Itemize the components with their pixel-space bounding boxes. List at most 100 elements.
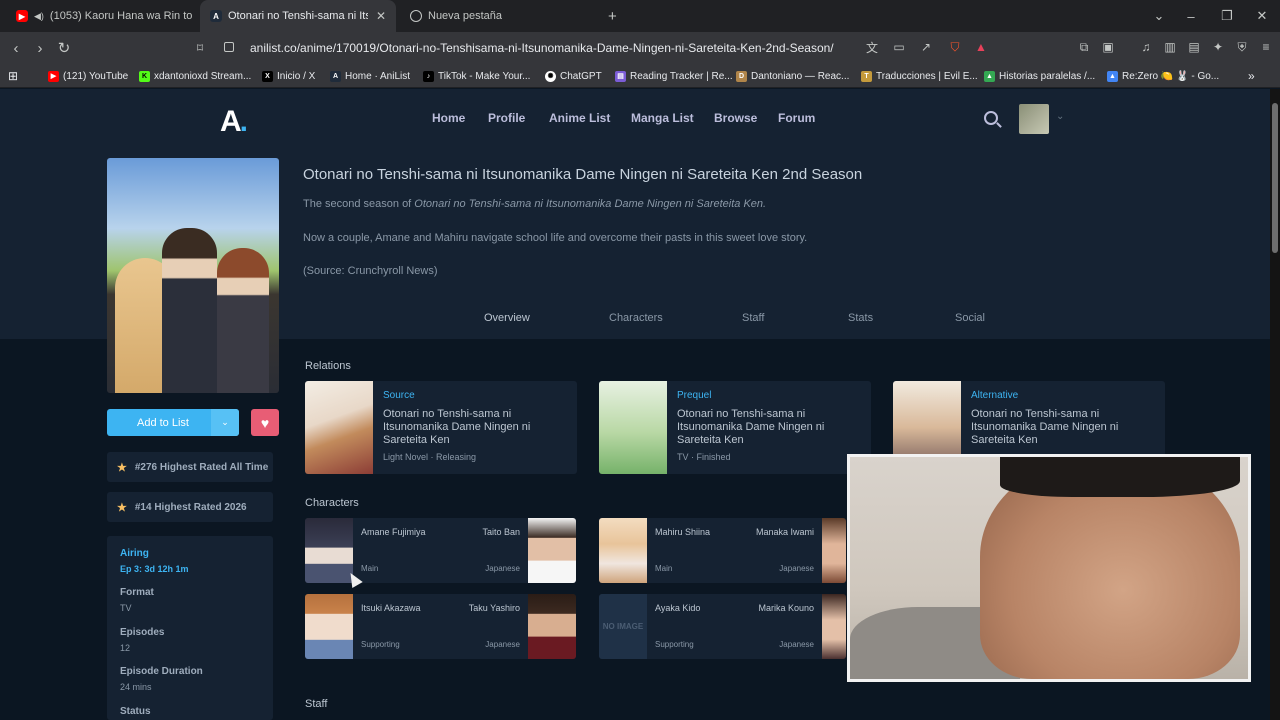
browser-tab-anilist[interactable]: A Otonari no Tenshi-sama ni Itsun ✕ [200, 0, 396, 32]
bookmark-anilist[interactable]: A Home · AniList [330, 69, 410, 83]
minimize-icon[interactable]: – [1173, 0, 1209, 32]
voice-actor-name[interactable]: Taku Yashiro [469, 603, 520, 613]
nav-browse[interactable]: Browse [714, 111, 757, 125]
character-name[interactable]: Mahiru Shiina [655, 527, 710, 537]
bookmark-tiktok[interactable]: ♪ TikTok - Make Your... [423, 69, 530, 83]
character-card[interactable]: NO IMAGE Ayaka Kido Supporting Marika Ko… [599, 594, 846, 659]
no-image-placeholder[interactable]: NO IMAGE [599, 594, 647, 659]
browser-tab-youtube[interactable]: ▶ ◀) (1053) Kaoru Hana wa Rin to Sak [6, 0, 196, 32]
bookmark-dantoniano[interactable]: D Dantoniano — Reac... [736, 69, 849, 83]
character-name[interactable]: Amane Fujimiya [361, 527, 426, 537]
add-to-list-label: Add to List [137, 416, 189, 429]
bookmark-kick[interactable]: Kxdantonioxd Stream... [139, 69, 251, 83]
relation-title[interactable]: Otonari no Tenshi-sama ni Itsunomanika D… [677, 408, 847, 447]
vpn-icon[interactable]: ⛨ [1233, 38, 1251, 56]
character-image[interactable] [599, 518, 647, 583]
voice-actor-name[interactable]: Manaka Iwami [756, 527, 814, 537]
nav-profile[interactable]: Profile [488, 111, 525, 125]
relation-cover[interactable] [305, 381, 373, 474]
add-to-list-button[interactable]: Add to List ⌄ [107, 409, 239, 436]
restore-icon[interactable]: ❐ [1209, 0, 1245, 32]
screenshot-icon[interactable]: ▣ [1099, 38, 1117, 56]
back-icon[interactable]: ‹ [6, 38, 26, 58]
browser-tab-bar: ▶ ◀) (1053) Kaoru Hana wa Rin to Sak A O… [0, 0, 1280, 32]
forward-icon[interactable]: › [30, 38, 50, 58]
page-scrollbar[interactable] [1270, 89, 1280, 720]
anilist-favicon: A [330, 70, 341, 82]
bookmark-x[interactable]: X Inicio / X [262, 69, 315, 83]
character-card[interactable]: Mahiru Shiina Main Manaka Iwami Japanese [599, 518, 846, 583]
new-tab-button[interactable]: + [598, 0, 622, 32]
dantoniano-icon: D [736, 70, 747, 82]
tab-characters[interactable]: Characters [609, 312, 663, 324]
more-bookmarks-icon[interactable]: » [1248, 69, 1255, 83]
brave-rewards-icon[interactable]: ▲ [972, 38, 990, 56]
ranking-all-time[interactable]: ★ #276 Highest Rated All Time [107, 452, 273, 482]
character-card[interactable]: Amane Fujimiya Main Taito Ban Japanese [305, 518, 576, 583]
avatar[interactable] [1019, 104, 1049, 134]
close-tab-icon[interactable]: ✕ [376, 9, 386, 23]
relation-card-source[interactable]: Source Otonari no Tenshi-sama ni Itsunom… [305, 381, 577, 474]
menu-icon[interactable]: ≡ [1257, 38, 1275, 56]
music-icon[interactable]: ♫ [1137, 38, 1155, 56]
site-info-icon[interactable] [224, 42, 234, 52]
scrollbar-thumb[interactable] [1272, 103, 1278, 253]
tab-social[interactable]: Social [955, 312, 985, 324]
bookmark-label: (121) YouTube [63, 70, 129, 82]
bookmark-reading-tracker[interactable]: ▤ Reading Tracker | Re... [615, 69, 733, 83]
nav-home[interactable]: Home [432, 111, 465, 125]
bookmark-chatgpt[interactable]: ✺ ChatGPT [545, 69, 602, 83]
browser-tab-new[interactable]: Nueva pestaña [400, 0, 590, 32]
nav-manga-list[interactable]: Manga List [631, 111, 694, 125]
search-icon[interactable] [984, 111, 998, 125]
favourite-button[interactable]: ♥ [251, 409, 279, 436]
relation-title[interactable]: Otonari no Tenshi-sama ni Itsunomanika D… [971, 408, 1141, 447]
nav-anime-list[interactable]: Anime List [549, 111, 610, 125]
bookmark-label: Historias paralelas /... [999, 70, 1096, 82]
tab-staff[interactable]: Staff [742, 312, 764, 324]
tab-overview[interactable]: Overview [484, 312, 530, 324]
translate-icon[interactable]: 文 [863, 38, 881, 56]
brave-shield-icon[interactable]: ⛉ [946, 38, 964, 56]
voice-actor-name[interactable]: Marika Kouno [758, 603, 814, 613]
nav-forum[interactable]: Forum [778, 111, 815, 125]
reload-icon[interactable]: ↻ [54, 38, 74, 58]
share-icon[interactable]: ↗ [917, 38, 935, 56]
voice-actor-image[interactable] [528, 594, 576, 659]
relation-meta: TV · Finished [677, 452, 731, 462]
bookmark-label: Reading Tracker | Re... [630, 70, 733, 82]
sidebar-icon[interactable]: ▥ [1161, 38, 1179, 56]
character-name[interactable]: Ayaka Kido [655, 603, 700, 613]
tab-stats[interactable]: Stats [848, 312, 873, 324]
character-image[interactable] [305, 518, 353, 583]
info-key-episodes: Episodes [120, 627, 165, 638]
ranking-year[interactable]: ★ #14 Highest Rated 2026 [107, 492, 273, 522]
cast-icon[interactable]: ▭ [890, 38, 908, 56]
bookmark-rezero[interactable]: ▲ Re:Zero 🍋 🐰 - Go... [1107, 69, 1219, 83]
chevron-down-icon[interactable]: ⌄ [1056, 111, 1064, 122]
character-image[interactable] [305, 594, 353, 659]
bookmark-traducciones[interactable]: T Traducciones | Evil E... [861, 69, 978, 83]
bookmark-youtube[interactable]: ▶ (121) YouTube [48, 69, 128, 83]
apps-grid-icon[interactable]: ⊞ [8, 69, 18, 83]
anilist-logo[interactable]: A. [220, 105, 248, 139]
relation-cover[interactable] [599, 381, 667, 474]
star-icon: ★ [117, 461, 127, 474]
window-close-icon[interactable]: ✕ [1244, 0, 1280, 32]
voice-actor-image[interactable] [528, 518, 576, 583]
bookmark-historias[interactable]: ▲ Historias paralelas /... [984, 69, 1095, 83]
leo-ai-icon[interactable]: ✦ [1209, 38, 1227, 56]
extensions-icon[interactable]: ⧉ [1075, 38, 1093, 56]
voice-actor-image[interactable] [822, 518, 846, 583]
voice-actor-name[interactable]: Taito Ban [482, 527, 520, 537]
chevron-down-icon[interactable]: ⌄ [211, 409, 239, 436]
character-name[interactable]: Itsuki Akazawa [361, 603, 421, 613]
tab-list-icon[interactable]: ⌄ [1141, 0, 1177, 32]
star-icon: ★ [117, 501, 127, 514]
staff-heading: Staff [305, 698, 328, 710]
relation-title[interactable]: Otonari no Tenshi-sama ni Itsunomanika D… [383, 408, 553, 447]
character-card[interactable]: Itsuki Akazawa Supporting Taku Yashiro J… [305, 594, 576, 659]
relation-card-prequel[interactable]: Prequel Otonari no Tenshi-sama ni Itsuno… [599, 381, 871, 474]
wallet-icon[interactable]: ▤ [1185, 38, 1203, 56]
voice-actor-image[interactable] [822, 594, 846, 659]
